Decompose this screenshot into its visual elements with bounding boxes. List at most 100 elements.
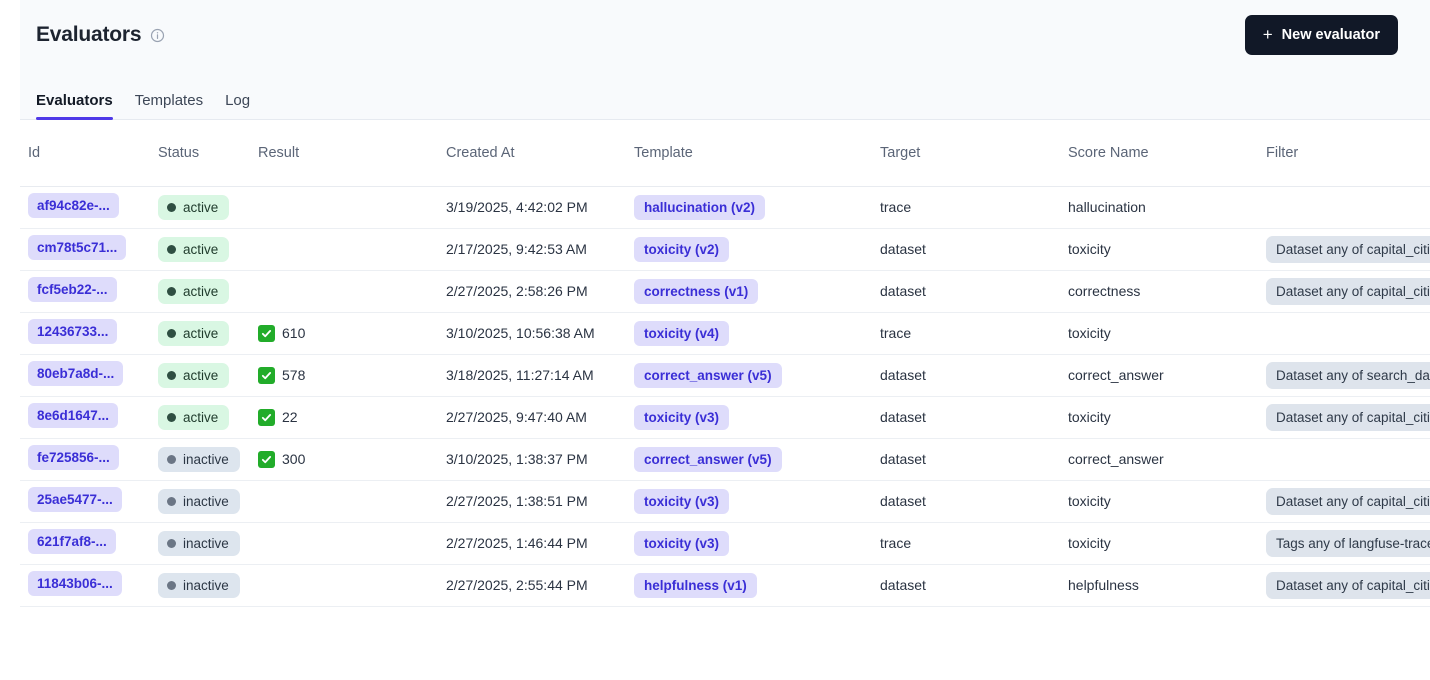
cell-target: dataset: [872, 564, 1060, 607]
status-label: inactive: [183, 451, 229, 467]
tab-evaluators-label: Evaluators: [36, 92, 113, 109]
cell-target: trace: [872, 186, 1060, 229]
column-header-target[interactable]: Target: [872, 121, 1060, 187]
template-badge[interactable]: hallucination (v2): [634, 194, 766, 220]
new-evaluator-button[interactable]: + New evaluator: [1244, 15, 1398, 55]
info-circle-icon[interactable]: [150, 28, 165, 43]
created-at-value: 2/27/2025, 2:58:26 PM: [446, 283, 588, 299]
table-row[interactable]: cm78t5c71... active 2/17/2025, 9:42:53 AM t…: [20, 228, 1430, 271]
id-badge[interactable]: cm78t5c71...: [28, 235, 127, 260]
cell-id: 80eb7a8d-...: [20, 354, 150, 397]
tab-evaluators[interactable]: Evaluators: [36, 92, 113, 120]
table-row[interactable]: 80eb7a8d-... active 578 3/18/2025, 11:27:14…: [20, 354, 1430, 397]
cell-created-at: 2/27/2025, 1:38:51 PM: [438, 480, 626, 523]
status-dot-icon: [167, 496, 176, 506]
cell-id: fe725856-...: [20, 438, 150, 481]
cell-template: toxicity (v3): [626, 522, 872, 565]
template-badge[interactable]: toxicity (v3): [634, 488, 730, 514]
cell-filter: [1258, 438, 1430, 481]
id-badge[interactable]: 25ae5477-...: [28, 487, 122, 512]
tab-templates[interactable]: Templates: [135, 92, 203, 120]
template-badge[interactable]: toxicity (v3): [634, 530, 730, 556]
id-badge[interactable]: fe725856-...: [28, 445, 119, 470]
status-dot-icon: [167, 580, 176, 590]
cell-template: toxicity (v3): [626, 480, 872, 523]
cell-score-name: correct_answer: [1060, 354, 1258, 397]
table-row[interactable]: fe725856-... inactive 300 3/10/2025, 1:38:3…: [20, 438, 1430, 481]
table-row[interactable]: fcf5eb22-... active 2/27/2025, 2:58:26 PM c…: [20, 270, 1430, 313]
cell-result: 610: [250, 312, 438, 355]
id-badge[interactable]: 8e6d1647...: [28, 403, 119, 428]
template-badge[interactable]: toxicity (v4): [634, 320, 730, 346]
header-top-bar: Evaluators + New evaluator: [20, 0, 1430, 70]
status-label: active: [183, 283, 219, 299]
table-row[interactable]: 8e6d1647... active 22 2/27/2025, 9:47:40 AM…: [20, 396, 1430, 439]
id-badge[interactable]: 11843b06-...: [28, 571, 122, 596]
filter-badge: Tags any of langfuse-trace: [1266, 529, 1430, 557]
status-label: inactive: [183, 535, 229, 551]
cell-id: 11843b06-...: [20, 564, 150, 607]
score-name-value: toxicity: [1068, 241, 1111, 257]
column-header-score-name[interactable]: Score Name: [1060, 121, 1258, 187]
cell-score-name: hallucination: [1060, 186, 1258, 229]
column-header-id[interactable]: Id: [20, 121, 150, 187]
template-badge[interactable]: toxicity (v2): [634, 236, 730, 262]
cell-result: [250, 186, 438, 229]
created-at-value: 3/18/2025, 11:27:14 AM: [446, 367, 594, 383]
status-label: inactive: [183, 493, 229, 509]
status-label: inactive: [183, 577, 229, 593]
id-badge[interactable]: 621f7af8-...: [28, 529, 116, 554]
template-badge[interactable]: correct_answer (v5): [634, 362, 782, 388]
cell-result: [250, 228, 438, 271]
status-badge: active: [158, 404, 230, 430]
cell-target: trace: [872, 522, 1060, 565]
result-value-group: 22: [258, 408, 298, 426]
status-label: active: [183, 241, 219, 257]
column-header-filter[interactable]: Filter: [1258, 121, 1430, 187]
tab-templates-label: Templates: [134, 92, 204, 109]
column-header-status[interactable]: Status: [150, 121, 250, 187]
table-row[interactable]: 621f7af8-... inactive 2/27/2025, 1:46:44 P…: [20, 522, 1430, 565]
cell-id: fcf5eb22-...: [20, 270, 150, 313]
tab-log[interactable]: Log: [225, 92, 250, 120]
target-value: dataset: [880, 451, 926, 467]
table-row[interactable]: 12436733... active 610 3/10/2025, 10:56:38 …: [20, 312, 1430, 355]
status-dot-icon: [167, 202, 176, 212]
column-header-result[interactable]: Result: [250, 121, 438, 187]
score-name-value: correctness: [1068, 283, 1141, 299]
result-value-group: 610: [258, 324, 305, 342]
status-dot-icon: [167, 370, 176, 380]
column-header-created-at[interactable]: Created At: [438, 121, 626, 187]
score-name-value: hallucination: [1068, 199, 1146, 215]
cell-created-at: 2/27/2025, 1:46:44 PM: [438, 522, 626, 565]
table-row[interactable]: 25ae5477-... inactive 2/27/2025, 1:38:51 P…: [20, 480, 1430, 523]
result-value-group: 300: [258, 450, 305, 468]
template-badge[interactable]: correctness (v1): [634, 278, 759, 304]
status-dot-icon: [167, 412, 176, 422]
cell-target: dataset: [872, 228, 1060, 271]
id-badge[interactable]: 80eb7a8d-...: [28, 361, 124, 386]
template-badge[interactable]: correct_answer (v5): [634, 446, 782, 472]
template-badge[interactable]: helpfulness (v1): [634, 572, 757, 598]
cell-filter: Dataset any of capital_cities: [1258, 270, 1430, 313]
table-row[interactable]: 11843b06-... inactive 2/27/2025, 2:55:44 P…: [20, 564, 1430, 607]
target-value: trace: [880, 325, 912, 341]
created-at-value: 2/27/2025, 2:55:44 PM: [446, 577, 588, 593]
target-value: dataset: [880, 241, 926, 257]
created-at-value: 2/17/2025, 9:42:53 AM: [446, 241, 587, 257]
table-row[interactable]: af94c82e-... active 3/19/2025, 4:42:02 PM h…: [20, 186, 1430, 229]
cell-status: active: [150, 354, 250, 397]
id-badge[interactable]: fcf5eb22-...: [28, 277, 117, 302]
cell-created-at: 3/18/2025, 11:27:14 AM: [438, 354, 626, 397]
cell-target: trace: [872, 312, 1060, 355]
target-value: trace: [880, 535, 912, 551]
id-badge[interactable]: af94c82e-...: [28, 193, 119, 218]
status-dot-icon: [167, 244, 176, 254]
status-dot-icon: [167, 328, 176, 338]
template-badge[interactable]: toxicity (v3): [634, 404, 730, 430]
id-badge[interactable]: 12436733...: [28, 319, 118, 344]
column-header-template[interactable]: Template: [626, 121, 872, 187]
status-label: active: [183, 199, 219, 215]
cell-status: active: [150, 186, 250, 229]
cell-id: cm78t5c71...: [20, 228, 150, 271]
